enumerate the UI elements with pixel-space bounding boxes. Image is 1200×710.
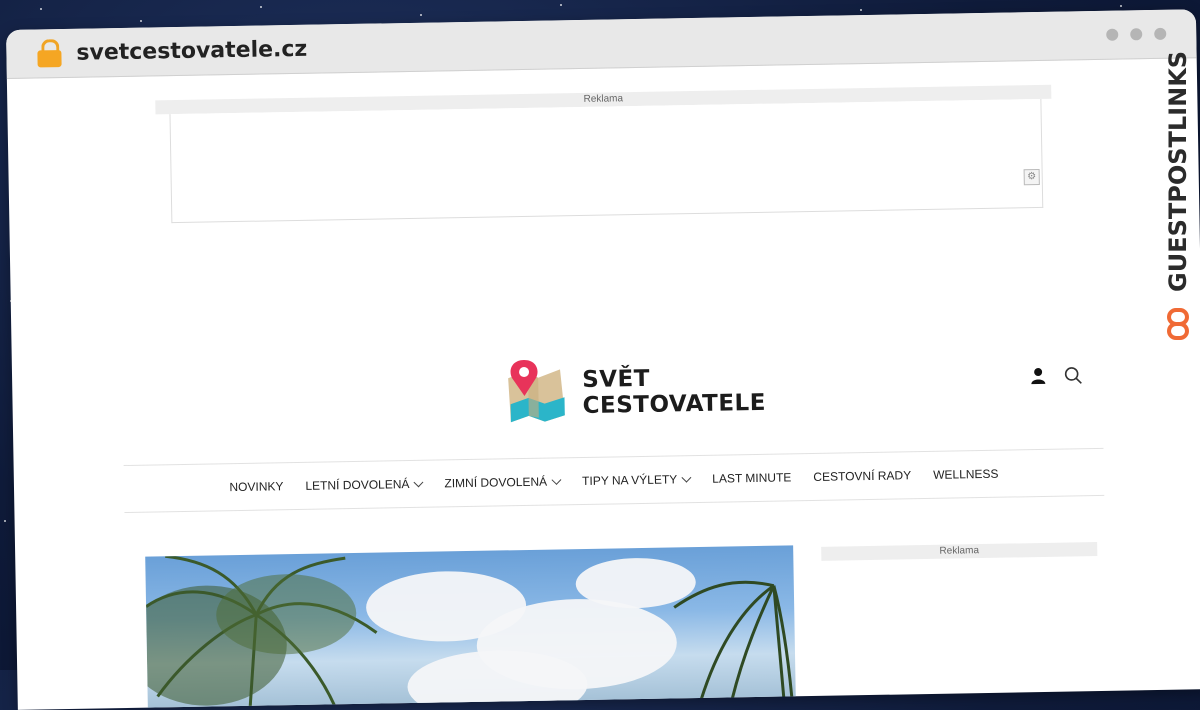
ad-frame[interactable]: ⚙: [169, 98, 1044, 224]
browser-window: svetcestovatele.cz Reklama ⚙ SVĚT CESTOV…: [6, 9, 1200, 710]
guestpostlinks-watermark: GUESTPOSTLINKS: [1164, 52, 1192, 340]
sidebar-ad[interactable]: Reklama: [821, 542, 1098, 561]
nav-item-wellness[interactable]: WELLNESS: [933, 467, 999, 482]
lock-icon: [36, 39, 62, 68]
nav-item-last-minute[interactable]: LAST MINUTE: [712, 470, 791, 485]
header-icons: [1030, 366, 1082, 385]
top-ad-banner[interactable]: Reklama ⚙: [155, 84, 1053, 224]
window-dot[interactable]: [1154, 27, 1167, 40]
map-pin-logo-icon: [508, 360, 565, 423]
palm-tree-left: [145, 554, 378, 710]
site-header: SVĚT CESTOVATELE NOVINKY LETNÍ DOVOLENÁ …: [122, 348, 1105, 514]
window-controls: [1106, 27, 1167, 41]
featured-article-image[interactable]: [145, 545, 797, 710]
main-nav: NOVINKY LETNÍ DOVOLENÁ ZIMNÍ DOVOLENÁ TI…: [123, 447, 1105, 514]
page-content: Reklama ⚙ SVĚT CESTOVATELE NOVINKY LETNÍ…: [7, 58, 1200, 710]
user-icon[interactable]: [1030, 367, 1046, 385]
site-logo[interactable]: SVĚT CESTOVATELE: [504, 354, 767, 431]
ad-label: Reklama: [821, 542, 1098, 561]
nav-item-tipy-na-vylety[interactable]: TIPY NA VÝLETY: [582, 472, 692, 488]
chevron-down-icon: [551, 475, 562, 485]
url-text[interactable]: svetcestovatele.cz: [76, 36, 307, 65]
logo-line-2: CESTOVATELE: [582, 389, 767, 419]
search-icon[interactable]: [1064, 366, 1082, 384]
chevron-down-icon: [681, 472, 692, 483]
nav-item-letni-dovolena[interactable]: LETNÍ DOVOLENÁ: [305, 477, 424, 493]
window-dot[interactable]: [1106, 28, 1119, 41]
ad-choices-icon[interactable]: ⚙: [1023, 168, 1040, 186]
logo-line-1: SVĚT: [581, 365, 651, 393]
window-dot[interactable]: [1130, 28, 1143, 41]
link-chain-icon: [1167, 308, 1189, 340]
nav-item-novinky[interactable]: NOVINKY: [229, 479, 283, 494]
nav-item-cestovni-rady[interactable]: CESTOVNÍ RADY: [813, 468, 911, 484]
palm-tree-right: [673, 580, 796, 710]
nav-item-zimni-dovolena[interactable]: ZIMNÍ DOVOLENÁ: [444, 474, 562, 490]
chevron-down-icon: [413, 477, 424, 488]
watermark-text: GUESTPOSTLINKS: [1164, 52, 1192, 292]
